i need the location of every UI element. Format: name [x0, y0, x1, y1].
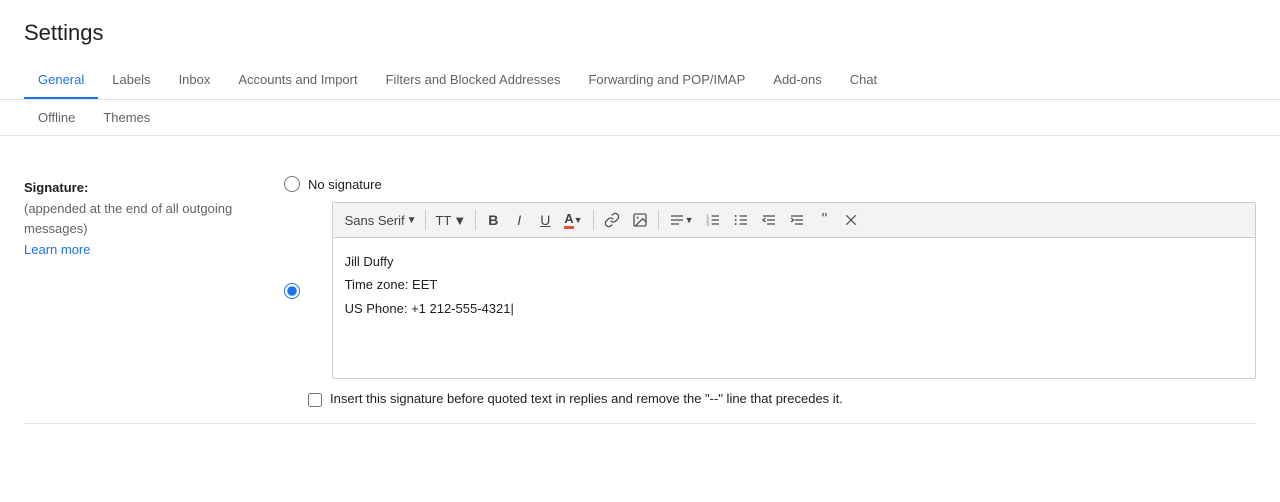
main-tabs: General Labels Inbox Accounts and Import…	[0, 62, 1280, 100]
signature-toolbar: Sans Serif ▼ TT ▼ B I U A	[333, 203, 1255, 238]
font-size-label: TT	[435, 213, 451, 228]
link-icon	[604, 212, 620, 228]
toolbar-separator-3	[593, 210, 594, 230]
toolbar-separator-1	[425, 210, 426, 230]
tab-add-ons[interactable]: Add-ons	[759, 62, 835, 100]
no-signature-option: No signature	[284, 176, 1256, 192]
signature-checkbox-row: Insert this signature before quoted text…	[308, 391, 1256, 407]
align-icon	[669, 212, 685, 228]
font-family-arrow-icon: ▼	[407, 215, 417, 226]
quote-button[interactable]: "	[812, 207, 836, 233]
indent-more-icon	[789, 212, 805, 228]
toolbar-separator-4	[658, 210, 659, 230]
signature-line-2: Time zone: EET	[345, 273, 1243, 296]
signature-heading: Signature:	[24, 180, 88, 195]
indent-less-button[interactable]	[756, 207, 782, 233]
sub-tabs: Offline Themes	[0, 100, 1280, 136]
indent-more-button[interactable]	[784, 207, 810, 233]
custom-signature-option: Sans Serif ▼ TT ▼ B I U A	[284, 202, 1256, 379]
signature-before-quote-checkbox[interactable]	[308, 393, 322, 407]
no-signature-radio[interactable]	[284, 176, 300, 192]
learn-more-link[interactable]: Learn more	[24, 242, 264, 257]
signature-line-3: US Phone: +1 212-555-4321	[345, 297, 1243, 320]
signature-setting-row: Signature: (appended at the end of all o…	[24, 160, 1256, 424]
signature-before-quote-label[interactable]: Insert this signature before quoted text…	[330, 391, 843, 406]
link-button[interactable]	[599, 207, 625, 233]
custom-signature-radio[interactable]	[284, 283, 300, 299]
tab-forwarding-pop[interactable]: Forwarding and POP/IMAP	[574, 62, 759, 100]
align-arrow: ▼	[685, 215, 694, 225]
bold-button[interactable]: B	[481, 207, 505, 233]
tab-general[interactable]: General	[24, 62, 98, 100]
tab-chat[interactable]: Chat	[836, 62, 891, 100]
signature-line-1: Jill Duffy	[345, 250, 1243, 273]
svg-text:3: 3	[707, 221, 710, 226]
settings-content: Signature: (appended at the end of all o…	[0, 136, 1280, 448]
page-title: Settings	[0, 0, 1280, 62]
remove-format-button[interactable]	[838, 207, 864, 233]
italic-button[interactable]: I	[507, 207, 531, 233]
tab-inbox[interactable]: Inbox	[165, 62, 225, 100]
font-color-arrow: ▼	[574, 215, 583, 225]
signature-label-area: Signature: (appended at the end of all o…	[24, 176, 284, 257]
font-size-button[interactable]: TT ▼	[431, 207, 470, 233]
signature-controls: No signature Sans Serif ▼ TT ▼	[284, 176, 1256, 407]
no-signature-label[interactable]: No signature	[308, 177, 382, 192]
indent-less-icon	[761, 212, 777, 228]
align-button[interactable]: ▼	[664, 207, 699, 233]
signature-editor: Sans Serif ▼ TT ▼ B I U A	[332, 202, 1256, 379]
remove-format-icon	[843, 212, 859, 228]
tab-filters-blocked[interactable]: Filters and Blocked Addresses	[372, 62, 575, 100]
font-color-button[interactable]: A ▼	[559, 207, 587, 233]
sub-tab-themes[interactable]: Themes	[89, 100, 164, 135]
sub-tab-offline[interactable]: Offline	[24, 100, 89, 135]
numbered-list-button[interactable]: 1 2 3	[700, 207, 726, 233]
tab-labels[interactable]: Labels	[98, 62, 164, 100]
font-size-arrow-icon: ▼	[453, 213, 466, 228]
font-color-icon: A	[564, 211, 573, 229]
signature-description: (appended at the end of all outgoing mes…	[24, 199, 264, 238]
tab-accounts-import[interactable]: Accounts and Import	[224, 62, 371, 100]
bullet-list-button[interactable]	[728, 207, 754, 233]
font-family-label: Sans Serif	[345, 213, 405, 228]
toolbar-separator-2	[475, 210, 476, 230]
image-icon	[632, 212, 648, 228]
font-family-dropdown[interactable]: Sans Serif ▼	[341, 207, 421, 233]
bullet-list-icon	[733, 212, 749, 228]
signature-text-editor[interactable]: Jill Duffy Time zone: EET US Phone: +1 2…	[333, 238, 1255, 378]
numbered-list-icon: 1 2 3	[705, 212, 721, 228]
underline-button[interactable]: U	[533, 207, 557, 233]
image-button[interactable]	[627, 207, 653, 233]
